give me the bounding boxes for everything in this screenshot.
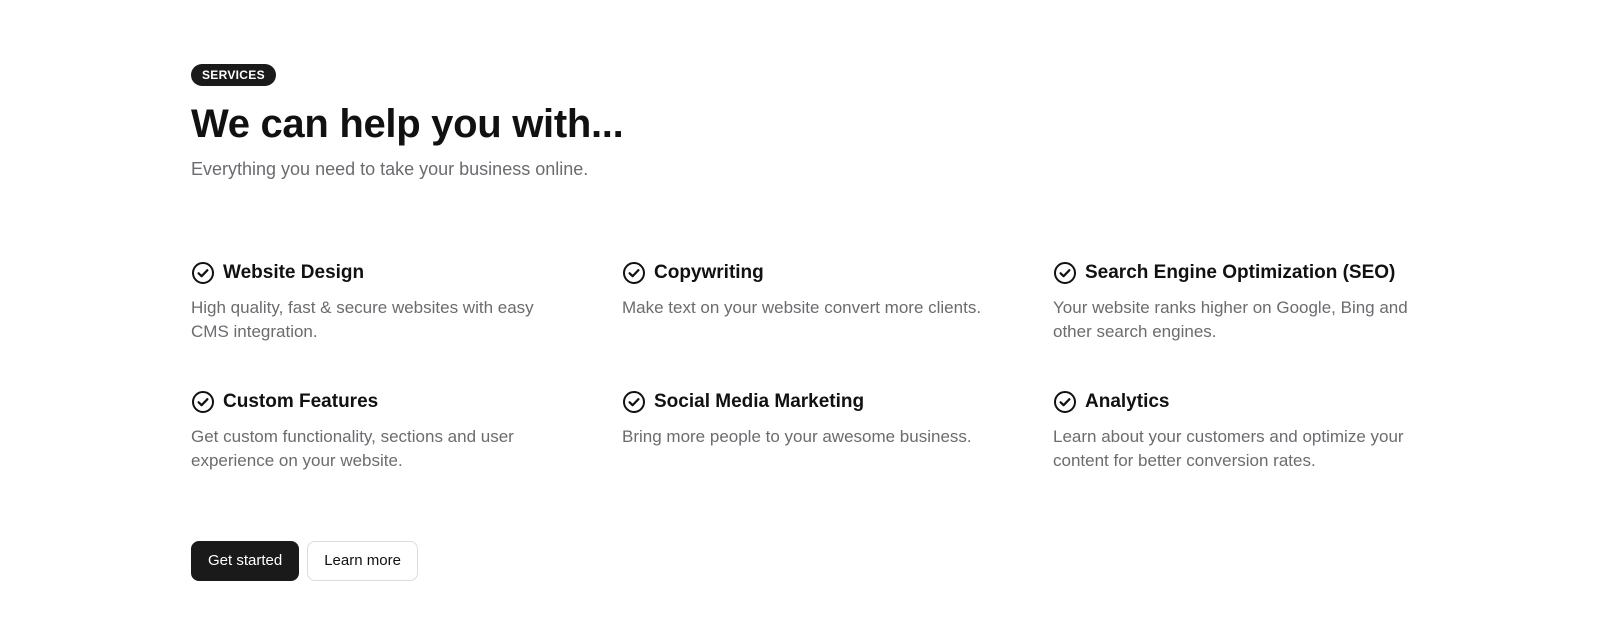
feature-seo: Search Engine Optimization (SEO) Your we… [1053, 259, 1423, 344]
check-circle-icon [1054, 262, 1076, 284]
feature-website-design: Website Design High quality, fast & secu… [191, 259, 561, 344]
feature-header: Social Media Marketing [622, 388, 992, 416]
feature-header: Website Design [191, 259, 561, 287]
check-circle-icon [192, 262, 214, 284]
get-started-button[interactable]: Get started [191, 541, 300, 581]
feature-header: Analytics [1053, 388, 1423, 416]
check-circle-icon [192, 391, 214, 413]
feature-description: Learn about your customers and optimize … [1053, 427, 1404, 470]
feature-title: Custom Features [223, 391, 379, 412]
feature-social-media-marketing: Social Media Marketing Bring more people… [622, 388, 992, 449]
cta-actions: Get started Learn more [191, 541, 418, 581]
services-container: SERVICES We can help you with... Everyth… [191, 64, 1451, 581]
feature-description: Get custom functionality, sections and u… [191, 427, 514, 470]
feature-title: Copywriting [654, 262, 764, 283]
feature-title: Website Design [223, 262, 365, 283]
feature-title: Social Media Marketing [654, 391, 865, 412]
feature-header: Search Engine Optimization (SEO) [1053, 259, 1423, 287]
feature-description: Bring more people to your awesome busine… [622, 427, 972, 446]
feature-custom-features: Custom Features Get custom functionality… [191, 388, 561, 473]
feature-description: High quality, fast & secure websites wit… [191, 298, 534, 341]
feature-analytics: Analytics Learn about your customers and… [1053, 388, 1423, 473]
section-badge: SERVICES [191, 64, 276, 86]
check-circle-icon [623, 262, 645, 284]
learn-more-button[interactable]: Learn more [307, 541, 418, 581]
check-circle-icon [1054, 391, 1076, 413]
page-title: We can help you with... [191, 102, 624, 146]
feature-copywriting: Copywriting Make text on your website co… [622, 259, 992, 320]
feature-title: Search Engine Optimization (SEO) [1085, 262, 1396, 283]
services-section: SERVICES We can help you with... Everyth… [0, 0, 1620, 642]
feature-header: Copywriting [622, 259, 992, 287]
feature-title: Analytics [1085, 391, 1170, 412]
check-circle-icon [623, 391, 645, 413]
page-subtitle: Everything you need to take your busines… [191, 159, 589, 179]
feature-description: Your website ranks higher on Google, Bin… [1053, 298, 1408, 341]
feature-header: Custom Features [191, 388, 561, 416]
feature-description: Make text on your website convert more c… [622, 298, 982, 317]
